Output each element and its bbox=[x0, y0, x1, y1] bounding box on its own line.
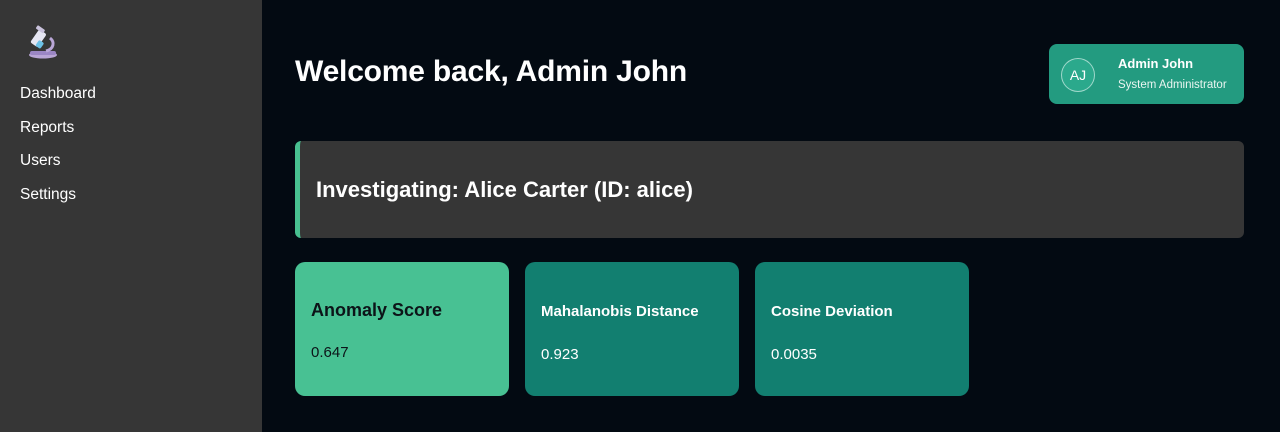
investigation-title: Investigating: Alice Carter (ID: alice) bbox=[316, 177, 693, 202]
sidebar-item-users[interactable]: Users bbox=[20, 149, 96, 183]
user-role: System Administrator bbox=[1118, 79, 1227, 91]
avatar: AJ bbox=[1061, 58, 1095, 92]
metric-card-mahalanobis-distance: Mahalanobis Distance 0.923 bbox=[525, 262, 739, 396]
metric-title: Cosine Deviation bbox=[771, 303, 893, 320]
sidebar-item-dashboard[interactable]: Dashboard bbox=[20, 82, 96, 116]
main-content: Welcome back, Admin John AJ Admin John S… bbox=[262, 0, 1280, 432]
sidebar-item-settings[interactable]: Settings bbox=[20, 183, 96, 217]
metric-title: Anomaly Score bbox=[311, 300, 443, 320]
user-profile-card[interactable]: AJ Admin John System Administrator bbox=[1049, 44, 1244, 104]
metric-value: 0.0035 bbox=[771, 346, 817, 363]
metric-value: 0.923 bbox=[541, 346, 579, 363]
investigation-banner: Investigating: Alice Carter (ID: alice) bbox=[295, 141, 1244, 238]
sidebar-item-reports[interactable]: Reports bbox=[20, 116, 96, 150]
microscope-icon[interactable] bbox=[24, 24, 62, 62]
sidebar: Dashboard Reports Users Settings bbox=[0, 0, 262, 432]
metric-card-cosine-deviation: Cosine Deviation 0.0035 bbox=[755, 262, 969, 396]
metric-value: 0.647 bbox=[311, 344, 349, 361]
user-name: Admin John bbox=[1118, 56, 1194, 71]
metric-title: Mahalanobis Distance bbox=[541, 303, 699, 320]
sidebar-nav: Dashboard Reports Users Settings bbox=[20, 82, 96, 216]
page-title: Welcome back, Admin John bbox=[295, 55, 687, 88]
metric-card-anomaly-score: Anomaly Score 0.647 bbox=[295, 262, 509, 396]
